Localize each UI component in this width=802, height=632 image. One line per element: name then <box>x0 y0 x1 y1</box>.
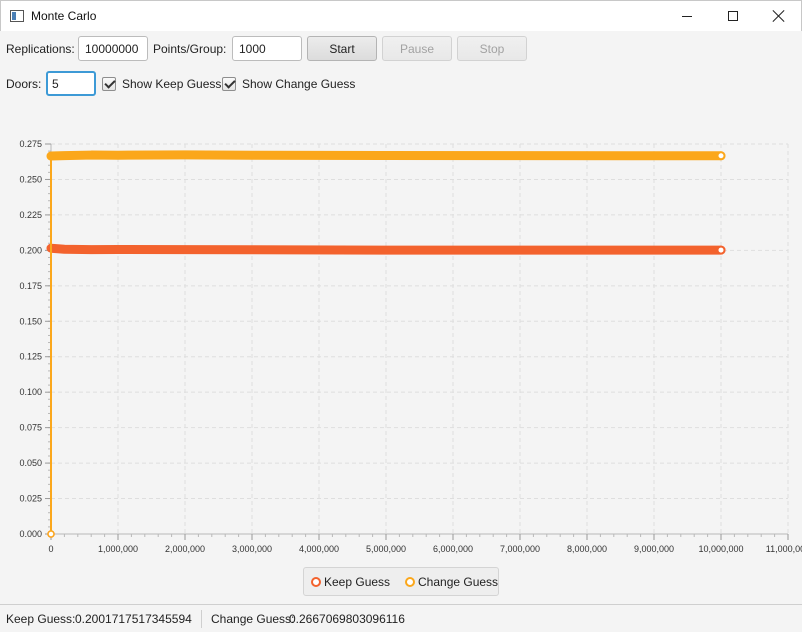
status-bar: Keep Guess: 0.2001717517345594 Change Gu… <box>0 604 802 632</box>
x-tick-label: 9,000,000 <box>634 544 674 554</box>
y-tick-label: 0.225 <box>19 210 42 220</box>
x-tick-label: 4,000,000 <box>299 544 339 554</box>
close-icon <box>773 10 785 22</box>
keep-guess-legend-marker <box>311 577 321 587</box>
show-change-guess-checkbox[interactable] <box>222 77 236 91</box>
pause-button[interactable]: Pause <box>382 36 452 61</box>
y-tick-label: 0.075 <box>19 423 42 433</box>
change-guess-end-point <box>716 151 726 161</box>
y-tick-label: 0.000 <box>19 529 42 539</box>
change-guess-status-value: 0.2667069803096116 <box>289 612 405 626</box>
status-separator <box>201 610 202 628</box>
x-tick-label: 10,000,000 <box>698 544 743 554</box>
x-tick-label: 7,000,000 <box>500 544 540 554</box>
replications-label: Replications: <box>6 42 75 56</box>
minimize-icon <box>682 15 692 17</box>
keep-guess-end-point <box>716 245 726 255</box>
doors-label: Doors: <box>6 77 42 91</box>
start-button[interactable]: Start <box>307 36 377 61</box>
x-tick-label: 2,000,000 <box>165 544 205 554</box>
y-tick-label: 0.200 <box>19 245 42 255</box>
points-group-label: Points/Group: <box>153 42 227 56</box>
change-guess-legend-label: Change Guess <box>418 575 499 589</box>
stop-button[interactable]: Stop <box>457 36 527 61</box>
x-tick-label: 5,000,000 <box>366 544 406 554</box>
change-guess-series-line <box>46 150 726 161</box>
y-tick-label: 0.250 <box>19 174 42 184</box>
x-tick-label: 3,000,000 <box>232 544 272 554</box>
window-title: Monte Carlo <box>31 9 97 23</box>
show-change-guess-label: Show Change Guess <box>242 77 356 91</box>
y-tick-label: 0.150 <box>19 316 42 326</box>
doors-input[interactable] <box>46 71 96 96</box>
app-icon <box>10 10 24 22</box>
line-chart: 0.000 0.025 0.050 0.075 0.100 0.125 0.150 0.175… <box>19 139 802 554</box>
keep-guess-status-value: 0.2001717517345594 <box>75 612 192 626</box>
change-guess-status-label: Change Guess: <box>211 612 295 626</box>
x-tick-label: 8,000,000 <box>567 544 607 554</box>
x-tick-label: 1,000,000 <box>98 544 138 554</box>
maximize-icon <box>728 11 738 21</box>
y-tick-label: 0.175 <box>19 281 42 291</box>
chart-legend: Keep Guess Change Guess <box>303 567 499 596</box>
title-bar: Monte Carlo <box>0 0 802 31</box>
minimize-button[interactable] <box>664 1 710 31</box>
x-tick-label: 11,000,000 <box>766 544 802 554</box>
points-group-input[interactable] <box>232 36 302 61</box>
show-keep-guess-checkbox[interactable] <box>102 77 116 91</box>
change-guess-legend-marker <box>405 577 415 587</box>
x-tick-label: 0 <box>48 544 53 554</box>
replications-input[interactable] <box>78 36 148 61</box>
keep-guess-status-label: Keep Guess: <box>6 612 76 626</box>
show-keep-guess-label: Show Keep Guess <box>122 77 222 91</box>
maximize-button[interactable] <box>710 1 756 31</box>
y-tick-label: 0.050 <box>19 458 42 468</box>
y-tick-label: 0.275 <box>19 139 42 149</box>
keep-guess-legend-label: Keep Guess <box>324 575 391 589</box>
y-tick-label: 0.025 <box>19 494 42 504</box>
y-tick-label: 0.125 <box>19 352 42 362</box>
y-tick-label: 0.100 <box>19 387 42 397</box>
x-tick-label: 6,000,000 <box>433 544 473 554</box>
change-guess-start-point <box>47 530 55 538</box>
close-button[interactable] <box>756 1 802 31</box>
keep-guess-series-line <box>46 243 726 255</box>
